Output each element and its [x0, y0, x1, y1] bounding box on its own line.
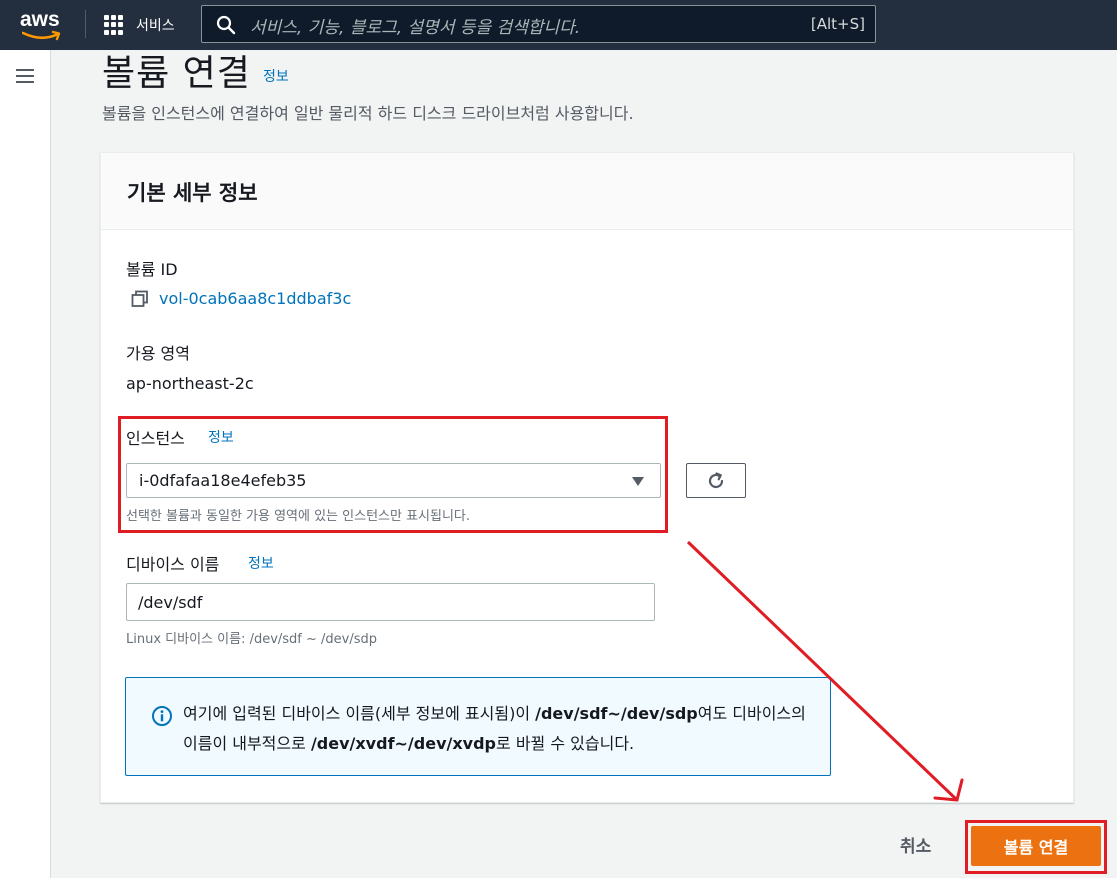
copy-icon[interactable]: [131, 290, 149, 308]
device-info-link[interactable]: 정보: [248, 553, 274, 573]
nav-divider: [85, 10, 86, 38]
panel-header: 기본 세부 정보: [101, 153, 1073, 230]
volume-id-copy[interactable]: vol-0cab6aa8c1ddbaf3c: [131, 289, 351, 308]
device-name-label: 디바이스 이름: [126, 555, 220, 574]
aws-logo[interactable]: aws: [18, 6, 68, 42]
menu-icon[interactable]: [16, 69, 34, 83]
cancel-button[interactable]: 취소: [900, 832, 931, 857]
page-description: 볼륨을 인스턴스에 연결하여 일반 물리적 하드 디스크 드라이브처럼 사용합니…: [102, 104, 634, 123]
alert-message: 여기에 입력된 디바이스 이름(세부 정보에 표시됨)이 /dev/sdf~/d…: [183, 704, 806, 753]
volume-id-label: 볼륨 ID: [126, 260, 178, 279]
panel-title: 기본 세부 정보: [127, 181, 258, 205]
search-shortcut: [Alt+S]: [810, 15, 865, 33]
search-icon: [216, 15, 236, 35]
services-label: 서비스: [136, 18, 175, 34]
services-menu-button[interactable]: 서비스: [104, 13, 175, 37]
refresh-button[interactable]: [686, 463, 746, 498]
annotation-highlight-instance: [118, 416, 668, 533]
device-name-input[interactable]: [126, 583, 655, 621]
availability-zone-label: 가용 영역: [126, 344, 190, 363]
top-navigation: aws 서비스 서비스, 기능, 블로그, 설명서 등을 검색합니다. [Alt…: [0, 0, 1117, 50]
title-info-link[interactable]: 정보: [263, 66, 289, 86]
volume-id-link[interactable]: vol-0cab6aa8c1ddbaf3c: [159, 289, 351, 308]
aws-smile-icon: [22, 30, 61, 41]
side-navigation-rail: [0, 50, 51, 878]
info-alert: 여기에 입력된 디바이스 이름(세부 정보에 표시됨)이 /dev/sdf~/d…: [125, 677, 831, 776]
info-icon: [152, 706, 172, 726]
refresh-icon: [708, 471, 724, 488]
device-name-hint: Linux 디바이스 이름: /dev/sdf ~ /dev/sdp: [126, 632, 378, 647]
annotation-highlight-attach-button: [965, 820, 1107, 874]
grid-menu-icon: [104, 15, 124, 35]
search-input[interactable]: 서비스, 기능, 블로그, 설명서 등을 검색합니다. [Alt+S]: [201, 5, 876, 43]
availability-zone-value: ap-northeast-2c: [126, 374, 254, 393]
search-placeholder: 서비스, 기능, 블로그, 설명서 등을 검색합니다.: [250, 18, 581, 38]
page-title: 볼륨 연결: [102, 53, 251, 94]
aws-logo-text: aws: [20, 8, 60, 31]
